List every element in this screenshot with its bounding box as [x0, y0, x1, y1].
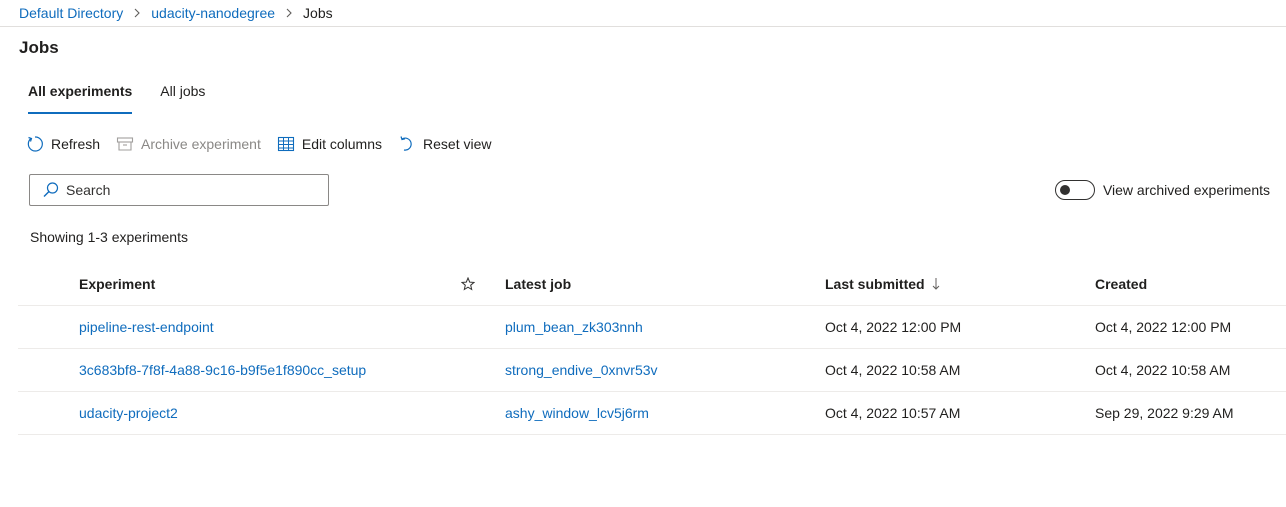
chevron-right-icon	[275, 8, 303, 18]
column-header-created[interactable]: Created	[1095, 262, 1147, 305]
command-bar: Refresh Archive experiment Edit columns …	[26, 133, 507, 155]
column-header-experiment[interactable]: Experiment	[79, 262, 155, 305]
latest-job-link[interactable]: ashy_window_lcv5j6rm	[505, 392, 649, 434]
star-icon[interactable]	[459, 262, 477, 305]
toggle-knob	[1059, 185, 1070, 195]
view-archived-toggle-group: View archived experiments	[1054, 180, 1270, 200]
column-header-last-submitted[interactable]: Last submitted	[825, 262, 941, 305]
undo-icon	[398, 135, 416, 153]
experiment-link[interactable]: pipeline-rest-endpoint	[79, 306, 214, 348]
archive-experiment-label: Archive experiment	[141, 136, 261, 152]
refresh-label: Refresh	[51, 136, 101, 152]
last-submitted-cell: Oct 4, 2022 10:58 AM	[825, 362, 961, 378]
results-count: Showing 1-3 experiments	[30, 229, 188, 245]
page-title: Jobs	[19, 38, 59, 57]
experiment-link[interactable]: 3c683bf8-7f8f-4a88-9c16-b9f5e1f890cc_set…	[79, 349, 366, 391]
sort-descending-icon	[931, 277, 941, 291]
experiment-link[interactable]: udacity-project2	[79, 392, 178, 434]
table-columns-icon	[277, 135, 295, 153]
chevron-right-icon	[123, 8, 151, 18]
created-cell: Sep 29, 2022 9:29 AM	[1095, 405, 1234, 421]
view-archived-label: View archived experiments	[1102, 182, 1270, 198]
created-cell: Oct 4, 2022 12:00 PM	[1095, 319, 1232, 335]
edit-columns-button[interactable]: Edit columns	[277, 135, 382, 153]
search-icon	[42, 181, 60, 199]
experiments-table: Experiment Latest job Last submitted Cre…	[18, 262, 1286, 435]
view-archived-toggle[interactable]	[1054, 180, 1095, 200]
latest-job-link[interactable]: plum_bean_zk303nnh	[505, 306, 643, 348]
table-row[interactable]: pipeline-rest-endpoint plum_bean_zk303nn…	[18, 306, 1286, 349]
tab-all-jobs[interactable]: All jobs	[160, 80, 205, 114]
archive-experiment-button[interactable]: Archive experiment	[116, 135, 261, 153]
breadcrumb: Default Directory udacity-nanodegree Job…	[0, 0, 1286, 27]
last-submitted-cell: Oct 4, 2022 10:57 AM	[825, 405, 961, 421]
breadcrumb-workspace[interactable]: udacity-nanodegree	[151, 5, 275, 21]
tab-bar: All experiments All jobs	[28, 80, 233, 114]
last-submitted-cell: Oct 4, 2022 12:00 PM	[825, 319, 962, 335]
search-input[interactable]	[66, 182, 306, 198]
archive-icon	[116, 135, 134, 153]
tab-all-experiments[interactable]: All experiments	[28, 80, 133, 114]
refresh-button[interactable]: Refresh	[26, 135, 100, 153]
table-header: Experiment Latest job Last submitted Cre…	[18, 262, 1286, 306]
column-header-latest-job[interactable]: Latest job	[505, 262, 571, 305]
table-row[interactable]: udacity-project2 ashy_window_lcv5j6rm Oc…	[18, 392, 1286, 435]
edit-columns-label: Edit columns	[301, 136, 383, 152]
search-box[interactable]	[29, 174, 329, 206]
table-row[interactable]: 3c683bf8-7f8f-4a88-9c16-b9f5e1f890cc_set…	[18, 349, 1286, 392]
reset-view-button[interactable]: Reset view	[398, 135, 491, 153]
created-cell: Oct 4, 2022 10:58 AM	[1095, 362, 1231, 378]
refresh-icon	[26, 135, 44, 153]
latest-job-link[interactable]: strong_endive_0xnvr53v	[505, 349, 658, 391]
column-header-last-submitted-label: Last submitted	[825, 275, 925, 292]
breadcrumb-default-directory[interactable]: Default Directory	[19, 5, 123, 21]
reset-view-label: Reset view	[423, 136, 492, 152]
breadcrumb-current: Jobs	[303, 5, 333, 21]
